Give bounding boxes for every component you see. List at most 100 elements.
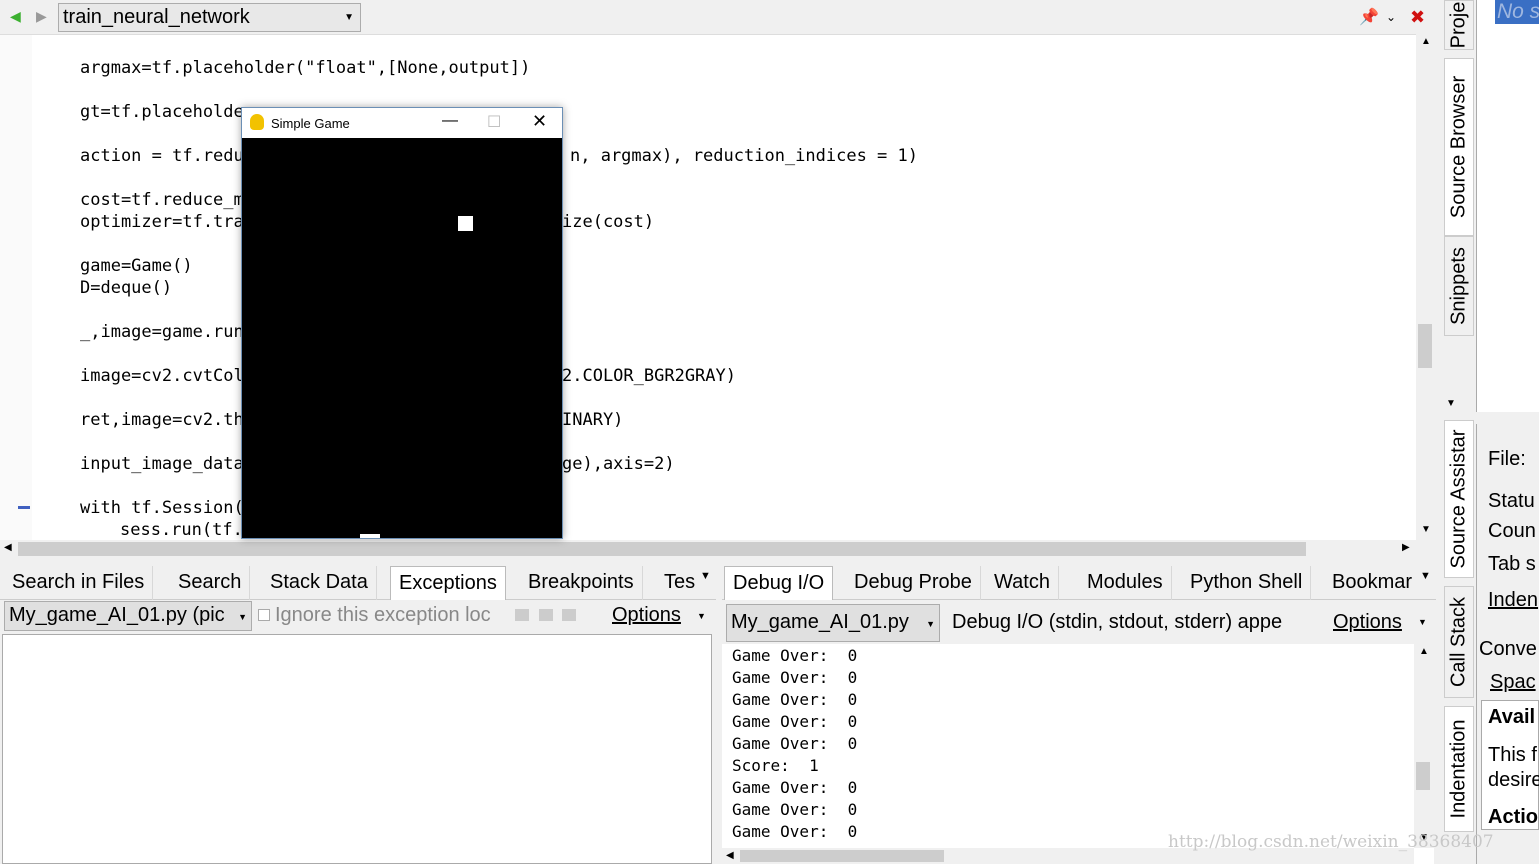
chevron-down-icon: ▼ — [238, 612, 247, 622]
tab-python-shell[interactable]: Python Shell — [1182, 566, 1312, 600]
function-select-value: train_neural_network — [63, 6, 250, 28]
tab-snippets[interactable]: Snippets — [1444, 236, 1474, 336]
scroll-down-icon[interactable]: ▼ — [1421, 524, 1431, 535]
fold-marker-icon[interactable] — [18, 506, 30, 509]
tab-debug-io[interactable]: Debug I/O — [724, 566, 834, 600]
paddle — [360, 534, 380, 538]
debug-file-select[interactable]: My_game_AI_01.py ▼ — [726, 604, 940, 642]
code-line: image=cv2.cvtCol — [80, 366, 244, 386]
ignore-exception-checkbox[interactable] — [258, 609, 270, 621]
output-vertical-scrollbar[interactable]: ▲ ▼ — [1414, 644, 1434, 848]
game-window-title: Simple Game — [271, 116, 350, 131]
code-editor[interactable]: argmax=tf.placeholder("float",[None,outp… — [0, 34, 1420, 541]
tab-search-in-files[interactable]: Search in Files — [4, 566, 154, 600]
scroll-left-icon[interactable]: ◀ — [726, 850, 734, 861]
exception-file-select[interactable]: My_game_AI_01.py (pic ▼ — [4, 601, 252, 631]
code-line: n, argmax), reduction_indices = 1) — [570, 146, 918, 166]
back-icon[interactable]: ◀ — [10, 8, 21, 25]
chevron-down-icon: ▼ — [926, 619, 935, 629]
tab-modules[interactable]: Modules — [1079, 566, 1172, 600]
code-line: game=Game() — [80, 256, 193, 276]
scroll-right-icon[interactable]: ▶ — [1402, 542, 1410, 553]
tab-size-label: Tab s — [1488, 553, 1536, 575]
game-canvas[interactable] — [242, 138, 562, 538]
convert-label: Conve — [1479, 638, 1537, 660]
tab-overflow-icon[interactable]: ▼ — [1420, 570, 1431, 582]
code-line: ize(cost) — [562, 212, 655, 232]
source-browser-selection[interactable]: No s — [1495, 0, 1539, 24]
tab-breakpoints[interactable]: Breakpoints — [520, 566, 643, 600]
chevron-down-icon[interactable]: ▼ — [697, 611, 706, 621]
file-label: File: — [1488, 448, 1526, 470]
game-window-titlebar[interactable]: Simple Game — ☐ ✕ — [242, 108, 562, 138]
scrollbar-thumb[interactable] — [1416, 762, 1430, 790]
chevron-down-icon[interactable]: ▼ — [1446, 398, 1456, 409]
minimize-icon[interactable]: — — [442, 112, 458, 130]
tab-watch[interactable]: Watch — [986, 566, 1059, 600]
options-button[interactable]: Options — [1333, 611, 1402, 634]
code-line: ret,image=cv2.th — [80, 410, 244, 430]
tab-source-assistant[interactable]: Source Assistar — [1444, 420, 1474, 578]
function-select[interactable]: train_neural_network ▼ — [58, 3, 361, 32]
menu-chevron-icon[interactable]: ⌄ — [1386, 10, 1396, 24]
output-line: Game Over: 0 — [732, 778, 858, 797]
info-text: This f — [1488, 744, 1537, 766]
code-line: cost=tf.reduce_m — [80, 190, 244, 210]
game-window[interactable]: Simple Game — ☐ ✕ — [241, 107, 563, 539]
debug-output-pane[interactable]: Game Over: 0 Game Over: 0 Game Over: 0 G… — [722, 644, 1434, 864]
code-line: argmax=tf.placeholder("float",[None,outp… — [80, 58, 531, 78]
chevron-down-icon[interactable]: ▼ — [1418, 617, 1427, 627]
forward-icon[interactable]: ▶ — [36, 8, 47, 25]
indent-size-label[interactable]: Inden — [1488, 589, 1538, 612]
tab-exceptions[interactable]: Exceptions — [390, 566, 506, 600]
editor-horizontal-scrollbar[interactable]: ◀ ▶ — [0, 540, 1420, 558]
tab-project[interactable]: Proje — [1444, 0, 1474, 50]
output-line: Game Over: 0 — [732, 800, 858, 819]
watermark: http://blog.csdn.net/weixin_38368407 — [1168, 832, 1494, 852]
code-line: optimizer=tf.tra — [80, 212, 244, 232]
window-close-icon[interactable]: ✕ — [532, 111, 547, 132]
scroll-left-icon[interactable]: ◀ — [4, 542, 12, 553]
python-logo-icon — [250, 114, 264, 130]
toolbar-icon[interactable] — [562, 609, 576, 621]
output-line: Game Over: 0 — [732, 646, 858, 665]
scroll-up-icon[interactable]: ▲ — [1421, 36, 1431, 47]
output-line: Score: 1 — [732, 756, 819, 775]
options-button[interactable]: Options — [612, 604, 681, 627]
tab-testing[interactable]: Tes — [656, 566, 703, 600]
tab-indentation[interactable]: Indentation — [1444, 706, 1474, 832]
output-line: Game Over: 0 — [732, 668, 858, 687]
scroll-up-icon[interactable]: ▲ — [1419, 646, 1429, 657]
output-line: Game Over: 0 — [732, 734, 858, 753]
toolbar-icon[interactable] — [539, 609, 553, 621]
scrollbar-thumb[interactable] — [1418, 324, 1432, 368]
close-icon[interactable]: ✖ — [1410, 7, 1425, 28]
chevron-down-icon: ▼ — [344, 12, 354, 23]
code-line: _,image=game.run — [80, 322, 244, 342]
spaces-option[interactable]: Spac — [1490, 671, 1536, 694]
code-line: gt=tf.placeholde — [80, 102, 244, 122]
maximize-icon[interactable]: ☐ — [487, 112, 501, 132]
left-tool-tabs: Search in Files Search Stack Data Except… — [0, 566, 716, 600]
tab-overflow-icon[interactable]: ▼ — [700, 570, 711, 582]
editor-vertical-scrollbar[interactable]: ▲ ▼ — [1416, 34, 1436, 540]
toolbar-icon[interactable] — [515, 609, 529, 621]
pin-icon[interactable]: 📌 — [1359, 7, 1379, 27]
debug-io-description: Debug I/O (stdin, stdout, stderr) appe — [952, 611, 1283, 633]
editor-toolbar: ◀ ▶ train_neural_network ▼ 📌 ⌄ ✖ — [0, 0, 1436, 34]
code-line: INARY) — [562, 410, 624, 430]
scrollbar-thumb[interactable] — [740, 850, 944, 862]
tab-stack-data[interactable]: Stack Data — [262, 566, 377, 600]
editor-gutter — [0, 35, 32, 541]
code-line: input_image_data — [80, 454, 244, 474]
tab-debug-probe[interactable]: Debug Probe — [846, 566, 981, 600]
tab-bookmarks[interactable]: Bookmar — [1324, 566, 1420, 600]
info-text: desire — [1488, 769, 1539, 791]
code-line: D=deque() — [80, 278, 173, 298]
tab-call-stack[interactable]: Call Stack — [1444, 586, 1474, 698]
output-line: Game Over: 0 — [732, 822, 858, 841]
tab-search[interactable]: Search — [170, 566, 251, 600]
tab-source-browser[interactable]: Source Browser — [1444, 58, 1474, 236]
scrollbar-thumb[interactable] — [18, 542, 1306, 556]
right-tool-tabs: Debug I/O Debug Probe Watch Modules Pyth… — [722, 566, 1436, 600]
